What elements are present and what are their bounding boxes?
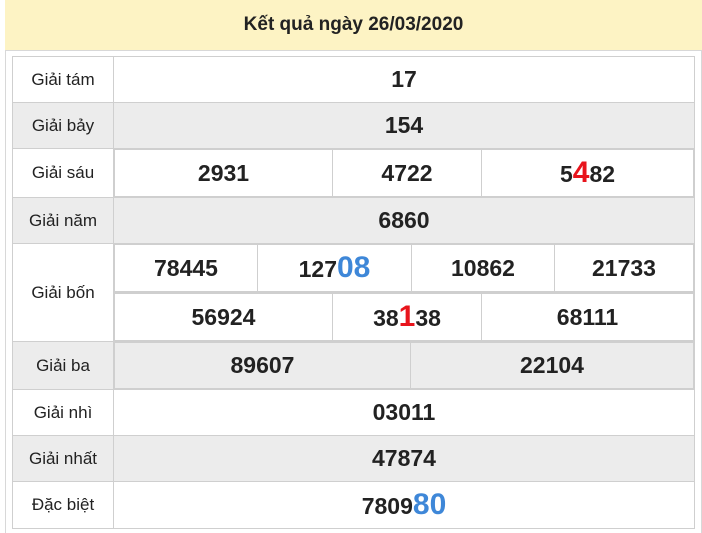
prize-numbers-group: 56924 38138 68111 xyxy=(114,293,694,341)
prize-label: Giải tám xyxy=(12,56,114,103)
prize-row-3: Giải ba 89607 22104 xyxy=(12,341,695,390)
prize-label: Giải nhì xyxy=(12,389,114,436)
prize-row-5: Giải năm 6860 xyxy=(12,197,695,244)
prize-label: Giải năm xyxy=(12,197,114,244)
highlight-digit: 80 xyxy=(412,488,447,521)
prize-number: 03011 xyxy=(113,389,695,436)
prize-label: Giải ba xyxy=(12,341,114,390)
prize-label: Giải sáu xyxy=(12,148,114,198)
prize-number: 47874 xyxy=(113,435,695,482)
prize-number: 89607 xyxy=(114,342,411,389)
prize-label: Giải bốn xyxy=(12,243,114,342)
prize-row-special: Đặc biệt 780980 xyxy=(12,481,695,529)
prize-label: Đặc biệt xyxy=(12,481,114,529)
prize-numbers-cell: 78445 12708 10862 21733 xyxy=(113,243,695,293)
highlight-digit: 4 xyxy=(572,156,590,189)
prize-number: 2931 xyxy=(114,149,333,197)
results-header: Kết quả ngày 26/03/2020 xyxy=(5,0,702,50)
prize-numbers-group: 2931 4722 5482 xyxy=(114,149,694,197)
prize-row-7: Giải bảy 154 xyxy=(12,102,695,149)
prize-number: 154 xyxy=(113,102,695,149)
prize-row-2: Giải nhì 03011 xyxy=(12,389,695,436)
prize-numbers-cell: 2931 4722 5482 xyxy=(113,148,695,198)
prize-label: Giải nhất xyxy=(12,435,114,482)
prize-numbers-cell: 56924 38138 68111 xyxy=(113,292,695,342)
prize-number: 22104 xyxy=(410,342,694,389)
prize-label: Giải bảy xyxy=(12,102,114,149)
prize-row-4: Giải bốn 78445 12708 10862 21733 xyxy=(12,243,695,342)
prize-numbers-group: 78445 12708 10862 21733 xyxy=(114,244,694,292)
prize-number: 68111 xyxy=(481,293,694,341)
prize-number: 6860 xyxy=(113,197,695,244)
prize-row-8: Giải tám 17 xyxy=(12,56,695,103)
prize-number: 780980 xyxy=(113,481,695,529)
prize-row-1: Giải nhất 47874 xyxy=(12,435,695,482)
highlight-digit: 1 xyxy=(398,300,416,333)
prize-number: 21733 xyxy=(554,244,694,292)
prize-number: 38138 xyxy=(332,293,482,341)
prize-number: 4722 xyxy=(332,149,482,197)
prize-number: 5482 xyxy=(481,149,694,197)
prize-row-6: Giải sáu 2931 4722 5482 xyxy=(12,148,695,198)
prize-number: 17 xyxy=(113,56,695,103)
prize-number: 78445 xyxy=(114,244,258,292)
results-title: Kết quả ngày 26/03/2020 xyxy=(243,14,464,35)
highlight-digit: 08 xyxy=(337,251,371,284)
prize-row-4b: 56924 38138 68111 xyxy=(13,292,695,342)
prize-number: 10862 xyxy=(411,244,555,292)
results-table: Giải tám 17 Giải bảy 154 Giải sáu 2931 4… xyxy=(12,56,695,529)
prize-number: 12708 xyxy=(257,244,412,292)
prize-number: 56924 xyxy=(114,293,333,341)
prize-numbers-cell: 89607 22104 xyxy=(113,341,695,390)
prize-numbers-group: 89607 22104 xyxy=(114,342,694,389)
